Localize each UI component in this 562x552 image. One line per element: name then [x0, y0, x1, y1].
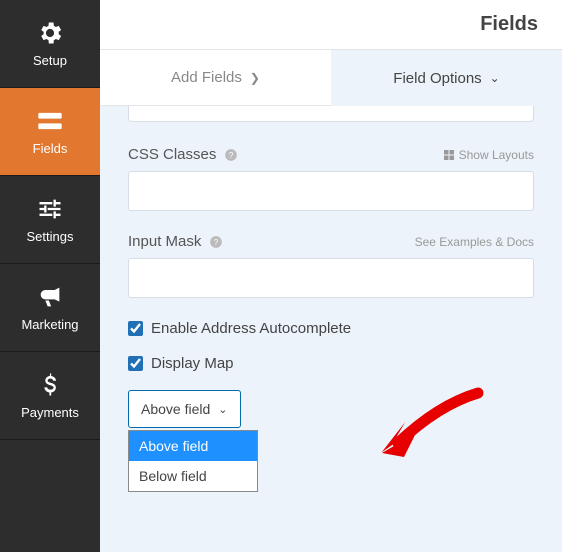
sliders-icon [36, 195, 64, 223]
sidebar-item-payments[interactable]: Payments [0, 352, 100, 440]
dropdown-option-below[interactable]: Below field [129, 461, 257, 491]
display-map-checkbox[interactable] [128, 356, 143, 371]
main-panel: Fields Add Fields ❯ Field Options ⌄ CSS … [100, 0, 562, 552]
svg-text:?: ? [229, 150, 234, 159]
input-mask-label: Input Mask [128, 233, 201, 250]
enable-autocomplete-label: Enable Address Autocomplete [151, 320, 351, 337]
dropdown-list: Above field Below field [128, 430, 258, 492]
tab-field-options[interactable]: Field Options ⌄ [331, 50, 562, 106]
chevron-down-icon: ⌄ [490, 71, 500, 85]
map-position-dropdown: Above field ⌄ Above field Below field [128, 390, 241, 428]
tabs: Add Fields ❯ Field Options ⌄ [100, 50, 562, 106]
dropdown-option-above[interactable]: Above field [129, 431, 257, 461]
show-layouts-label: Show Layouts [459, 148, 534, 162]
enable-autocomplete-row[interactable]: Enable Address Autocomplete [128, 320, 534, 337]
input-mask-input[interactable] [128, 258, 534, 298]
tab-add-fields[interactable]: Add Fields ❯ [100, 50, 331, 106]
display-map-label: Display Map [151, 355, 234, 372]
sidebar-item-settings[interactable]: Settings [0, 176, 100, 264]
tab-label: Add Fields [171, 69, 242, 86]
chevron-down-icon: ⌄ [218, 403, 227, 416]
sidebar-item-label: Setup [33, 53, 67, 68]
page-title: Fields [480, 13, 538, 36]
map-position-button[interactable]: Above field ⌄ [128, 390, 241, 428]
content: CSS Classes ? Show Layouts Input Mask ? [100, 106, 562, 448]
sidebar-item-label: Fields [33, 141, 68, 156]
css-classes-label: CSS Classes [128, 146, 216, 163]
bullhorn-icon [36, 283, 64, 311]
css-classes-input[interactable] [128, 171, 534, 211]
grid-icon [443, 149, 455, 161]
display-map-row[interactable]: Display Map [128, 355, 534, 372]
sidebar-item-setup[interactable]: Setup [0, 0, 100, 88]
sidebar: Setup Fields Settings Marketing Payments [0, 0, 100, 552]
form-icon [36, 107, 64, 135]
page-header: Fields [100, 0, 562, 50]
tab-label: Field Options [393, 70, 481, 87]
examples-label: See Examples & Docs [415, 235, 534, 249]
enable-autocomplete-checkbox[interactable] [128, 321, 143, 336]
sidebar-item-fields[interactable]: Fields [0, 88, 100, 176]
help-icon[interactable]: ? [209, 235, 223, 249]
sidebar-item-label: Payments [21, 405, 79, 420]
sidebar-item-marketing[interactable]: Marketing [0, 264, 100, 352]
sidebar-item-label: Settings [27, 229, 74, 244]
help-icon[interactable]: ? [224, 148, 238, 162]
dropdown-selected: Above field [141, 401, 210, 417]
gear-icon [36, 19, 64, 47]
dollar-icon [36, 371, 64, 399]
previous-field-edge [128, 106, 534, 122]
svg-text:?: ? [214, 237, 219, 246]
sidebar-item-label: Marketing [21, 317, 78, 332]
examples-docs-link[interactable]: See Examples & Docs [415, 235, 534, 249]
chevron-right-icon: ❯ [250, 71, 260, 85]
show-layouts-link[interactable]: Show Layouts [443, 148, 534, 162]
